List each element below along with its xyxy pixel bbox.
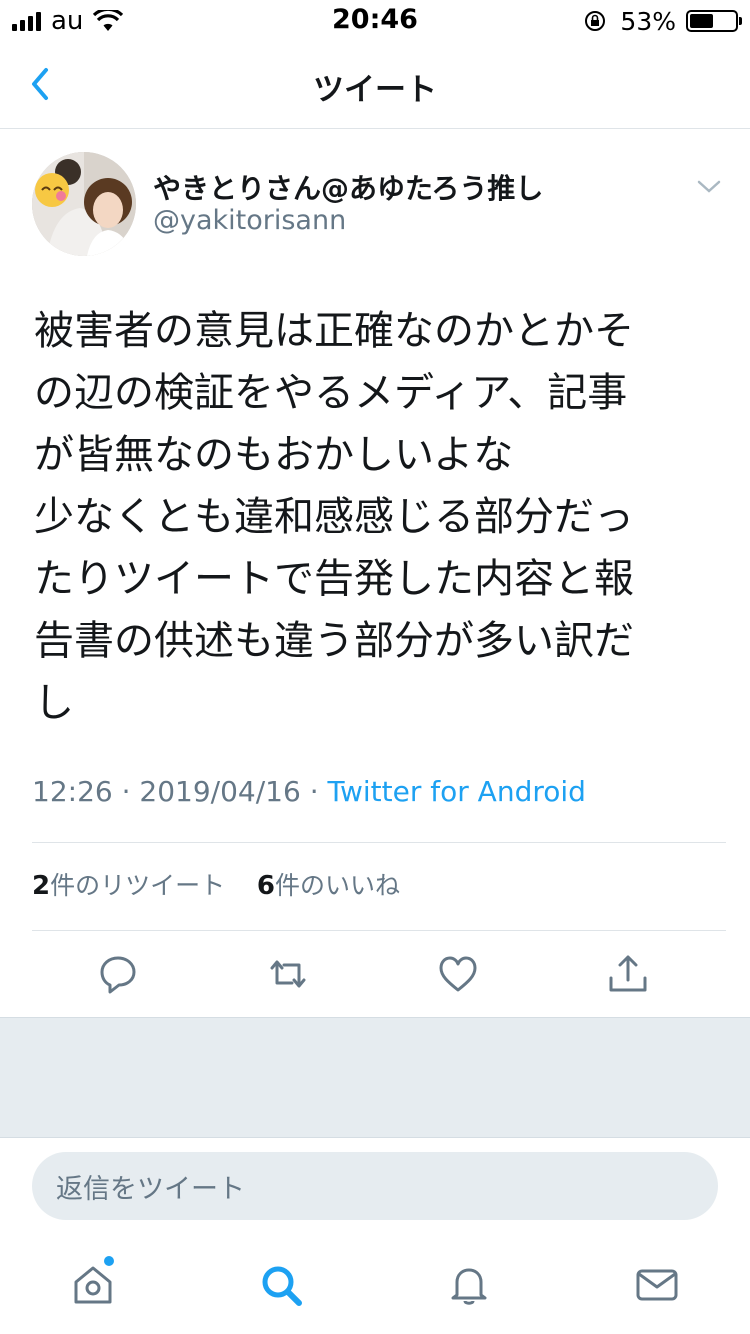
battery-percent: 53% <box>620 6 676 36</box>
retweet-label: 件のリツイート <box>50 871 226 900</box>
tweet-actions <box>0 934 750 1014</box>
meta-separator: · <box>309 775 328 808</box>
search-icon[interactable] <box>258 1262 304 1308</box>
tweet-line: 少なくとも違和感感じる部分だっ <box>34 494 634 540</box>
tweet-line: 告書の供述も違う部分が多い訳だ <box>34 618 634 664</box>
status-bar: au 20:46 53% <box>0 0 750 42</box>
user-handle[interactable]: @yakitorisann <box>153 205 346 236</box>
notifications-icon[interactable] <box>446 1262 492 1308</box>
divider <box>32 842 726 843</box>
like-label: 件のいいね <box>275 871 401 900</box>
reply-list-area <box>0 1017 750 1138</box>
avatar[interactable] <box>32 152 136 256</box>
tweet-line: 被害者の意見は正確なのかとかそ <box>34 308 634 354</box>
tweet-date: 2019/04/16 <box>139 775 301 808</box>
retweet-icon[interactable] <box>266 952 310 996</box>
nav-bar: ツイート <box>0 42 750 129</box>
reply-placeholder: 返信をツイート <box>56 1174 245 1205</box>
tweet-line: が皆無なのもおかしいよな <box>34 432 514 478</box>
tweet-line: たりツイートで告発した内容と報 <box>34 556 634 602</box>
share-icon[interactable] <box>606 952 650 996</box>
battery-fill <box>690 14 714 28</box>
like-icon[interactable] <box>436 952 480 996</box>
divider <box>32 930 726 931</box>
reply-icon[interactable] <box>96 952 140 996</box>
tweet-line: の辺の検証をやるメディア、記事 <box>34 370 628 416</box>
home-icon[interactable] <box>70 1262 116 1308</box>
retweet-count: 2 <box>32 871 51 901</box>
battery-icon <box>686 10 742 32</box>
rotation-lock-icon <box>585 11 606 31</box>
new-content-dot <box>104 1256 114 1266</box>
tweet-text: 被害者の意見は正確なのかとかそ の辺の検証をやるメディア、記事 が皆無なのもおか… <box>34 300 724 734</box>
chevron-down-icon[interactable] <box>694 176 724 198</box>
display-name[interactable]: やきとりさん@あゆたろう推し <box>153 167 543 207</box>
tweet-stats: 2件のリツイート 6件のいいね <box>32 866 400 902</box>
reply-input[interactable]: 返信をツイート <box>32 1152 718 1220</box>
messages-icon[interactable] <box>634 1262 680 1308</box>
status-right: 53% <box>584 6 742 36</box>
avatar-image <box>32 152 136 256</box>
tweet-meta: 12:26 · 2019/04/16 · Twitter for Android <box>32 775 586 808</box>
like-stat[interactable]: 6件のいいね <box>256 871 401 901</box>
tweet-source-link[interactable]: Twitter for Android <box>328 775 586 808</box>
page-title: ツイート <box>313 72 437 108</box>
tweet-time: 12:26 <box>32 775 113 808</box>
retweet-stat[interactable]: 2件のリツイート <box>32 871 226 901</box>
meta-separator: · <box>121 775 140 808</box>
tweet-line: し <box>34 680 74 726</box>
like-count: 6 <box>256 871 275 901</box>
